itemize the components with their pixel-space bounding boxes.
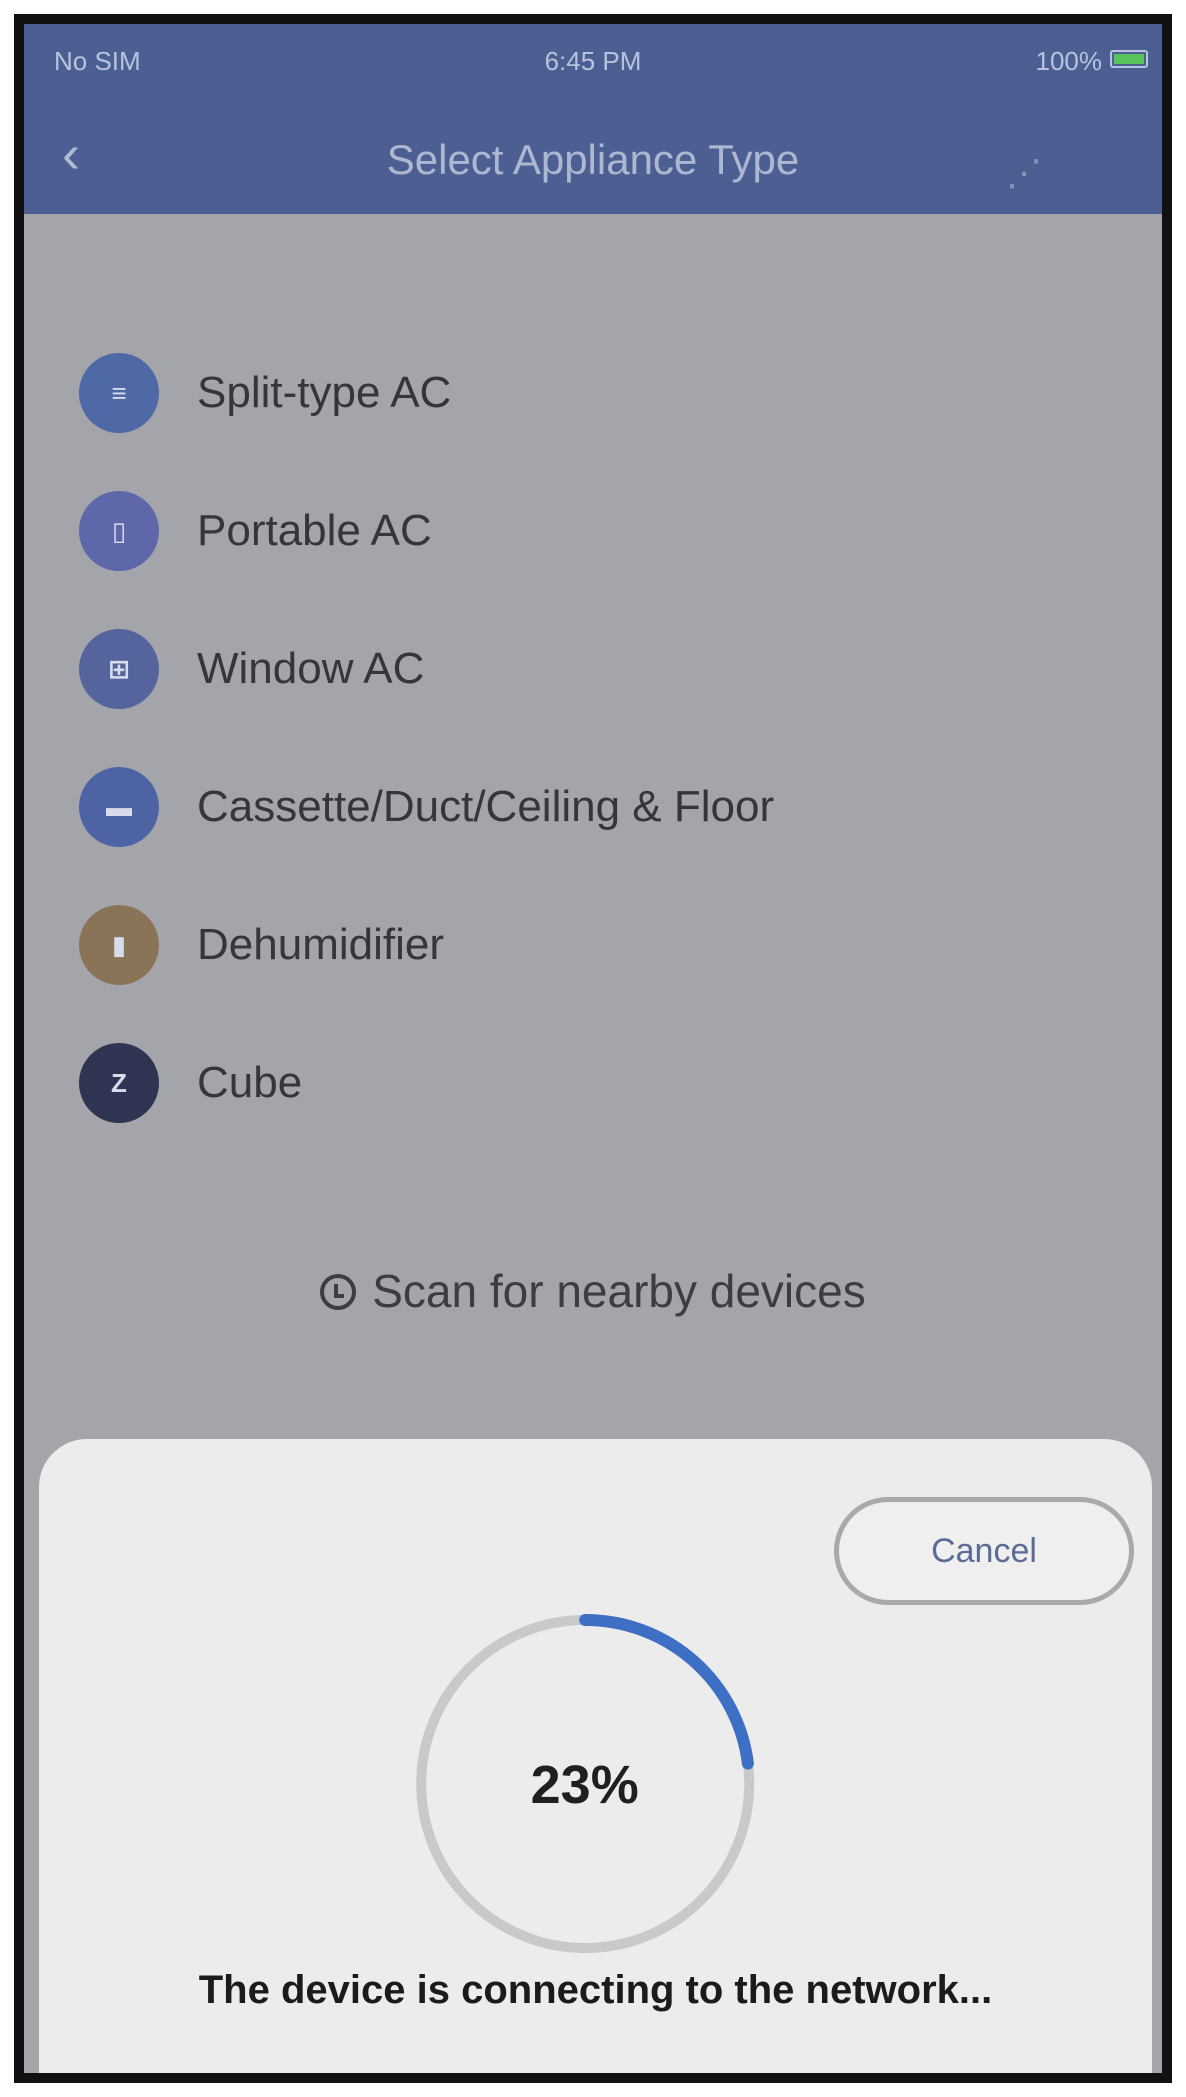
battery-text: 100%: [1035, 46, 1103, 76]
list-item-cube[interactable]: Z Cube: [24, 1014, 1162, 1152]
phone-screenshot-frame: No SIM 6:45 PM 100% ‹ Select Appliance T…: [14, 14, 1172, 2083]
list-item-portable-ac[interactable]: ▯ Portable AC: [24, 462, 1162, 600]
page-title: Select Appliance Type: [386, 136, 800, 183]
list-item-label: Cassette/Duct/Ceiling & Floor: [197, 782, 775, 831]
loading-indicator-icon: ⋰: [1006, 152, 1042, 193]
status-bar: No SIM 6:45 PM 100%: [24, 24, 1162, 94]
list-item-label: Split-type AC: [197, 368, 452, 417]
list-item-label: Window AC: [197, 644, 425, 693]
list-item-label: Dehumidifier: [197, 920, 444, 969]
list-item-label: Portable AC: [197, 506, 432, 555]
portable-ac-icon: ▯: [79, 491, 159, 571]
list-item-label: Cube: [197, 1058, 303, 1107]
scan-check-icon: [320, 1274, 357, 1310]
appliance-list: ≡ Split-type AC ▯ Portable AC ⊞ Window A…: [24, 324, 1162, 1152]
carrier-text: No SIM: [54, 46, 141, 76]
list-item-window-ac[interactable]: ⊞ Window AC: [24, 600, 1162, 738]
list-item-split-ac[interactable]: ≡ Split-type AC: [24, 324, 1162, 462]
window-ac-icon: ⊞: [79, 629, 159, 709]
scan-label: Scan for nearby devices: [372, 1265, 866, 1317]
cube-icon: Z: [79, 1043, 159, 1123]
progress-percent: 23%: [530, 1755, 639, 1815]
scan-nearby-devices-link[interactable]: Scan for nearby devices: [24, 1264, 1162, 1318]
split-ac-icon: ≡: [79, 353, 159, 433]
list-item-dehumidifier[interactable]: ▮ Dehumidifier: [24, 876, 1162, 1014]
progress-ring: 23%: [405, 1604, 765, 1964]
dehumidifier-icon: ▮: [79, 905, 159, 985]
time-text: 6:45 PM: [544, 46, 642, 76]
cassette-icon: ▬: [79, 767, 159, 847]
battery-icon: [1110, 50, 1148, 68]
connecting-bottom-sheet: Cancel 23% The device is connecting to t…: [39, 1439, 1152, 2073]
connecting-status-text: The device is connecting to the network.…: [198, 1968, 993, 2012]
list-item-cassette[interactable]: ▬ Cassette/Duct/Ceiling & Floor: [24, 738, 1162, 876]
nav-bar: ‹ Select Appliance Type ⋰: [24, 94, 1162, 214]
cancel-button[interactable]: Cancel: [834, 1497, 1134, 1605]
